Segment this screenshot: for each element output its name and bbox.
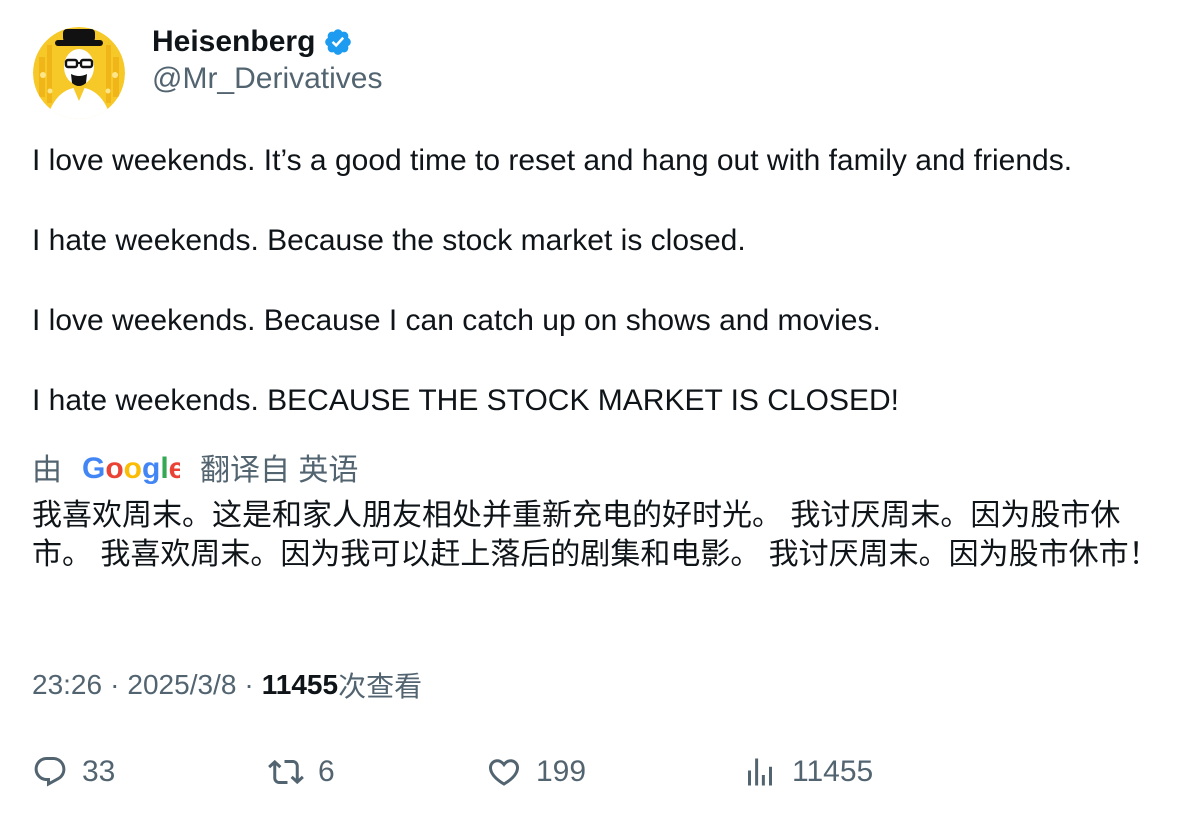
views-button[interactable]: 11455 <box>742 750 873 794</box>
views-label: 次查看 <box>338 671 423 702</box>
meta-separator: · <box>244 669 254 700</box>
tweet-time[interactable]: 23:26 <box>32 669 102 701</box>
tweet-text: I love weekends. It’s a good time to res… <box>32 141 1172 421</box>
author-handle[interactable]: @Mr_Derivatives <box>152 62 383 96</box>
heisenberg-portrait-icon <box>33 27 125 119</box>
reply-count: 33 <box>82 755 116 788</box>
tweet-line: I hate weekends. BECAUSE THE STOCK MARKE… <box>32 384 899 417</box>
google-logo: Google <box>82 452 180 485</box>
translation-prefix: 由 <box>32 454 62 487</box>
tweet-line: I love weekends. Because I can catch up … <box>32 304 881 337</box>
reply-icon <box>34 757 66 787</box>
tweet-date[interactable]: 2025/3/8 <box>127 669 236 701</box>
reply-button[interactable]: 33 <box>32 750 115 794</box>
translation-attribution[interactable]: 由 Google 翻译自 英语 <box>32 447 358 487</box>
like-button[interactable]: 199 <box>486 750 586 794</box>
tweet-meta: 23:26 · 2025/3/8 · 11455 次查看 <box>32 665 422 705</box>
views-action-count: 11455 <box>792 755 874 788</box>
author-name-row: Heisenberg <box>152 22 353 62</box>
tweet-actions: 33 6 199 11455 <box>0 750 1196 794</box>
like-count: 199 <box>536 755 587 788</box>
translated-tweet-text: 我喜欢周末。这是和家人朋友相处并重新充电的好时光。 我讨厌周末。因为股市休市。 … <box>32 499 1159 571</box>
translation-suffix: 翻译自 英语 <box>200 454 359 487</box>
retweet-button[interactable]: 6 <box>268 750 335 794</box>
author-display-name[interactable]: Heisenberg <box>152 25 315 59</box>
tweet-line: I love weekends. It’s a good time to res… <box>32 144 1073 177</box>
retweet-icon <box>268 759 304 785</box>
verified-badge-icon[interactable] <box>323 27 353 57</box>
views-count: 11455 <box>261 669 339 700</box>
meta-separator: · <box>110 669 120 700</box>
heart-icon <box>488 759 520 786</box>
svg-text:Google: Google <box>82 452 180 485</box>
analytics-icon <box>748 758 772 786</box>
retweet-count: 6 <box>318 755 335 788</box>
author-avatar[interactable] <box>33 27 125 119</box>
tweet-line: I hate weekends. Because the stock marke… <box>32 224 746 257</box>
